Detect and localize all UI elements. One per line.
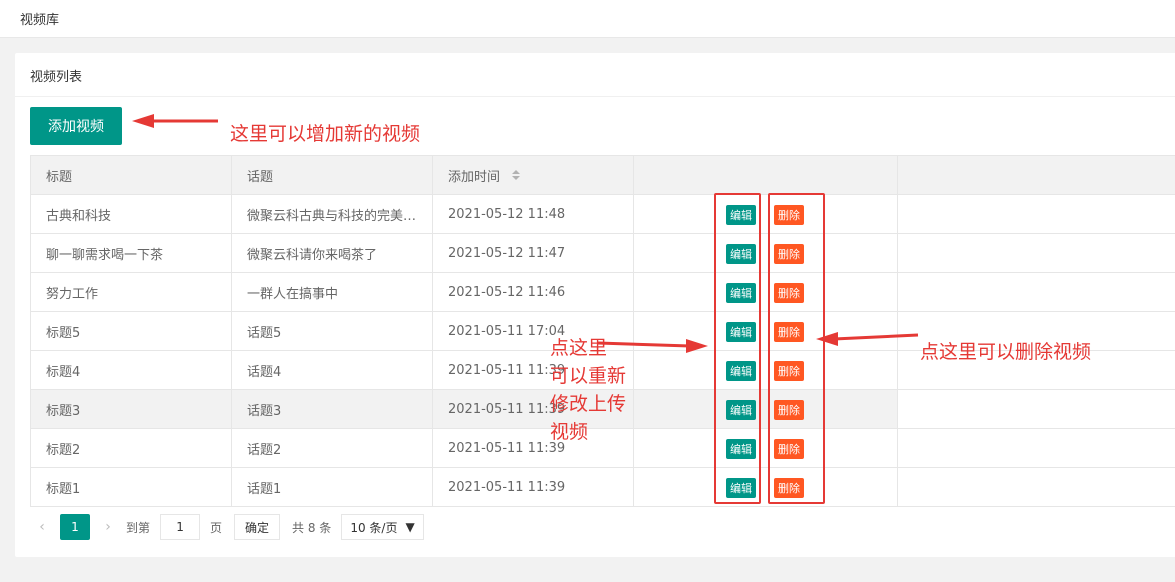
delete-arrow <box>833 333 919 341</box>
add-arrow-head <box>132 114 154 128</box>
annotation-edit-line: 点这里 <box>550 337 608 359</box>
delete-arrow-head <box>816 332 838 346</box>
annotation-edit-line: 修改上传 <box>550 393 627 415</box>
annotation-arrows <box>132 114 919 353</box>
annotation-delete: 点这里可以删除视频 <box>920 341 1092 363</box>
annotation-edit-line: 视频 <box>550 421 589 443</box>
edit-arrow-head <box>686 339 708 353</box>
annotation-add: 这里可以增加新的视频 <box>230 123 421 145</box>
annotation-edit: 点这里 可以重新 修改上传 视频 <box>550 334 640 446</box>
annotation-edit-line: 可以重新 <box>550 365 627 387</box>
